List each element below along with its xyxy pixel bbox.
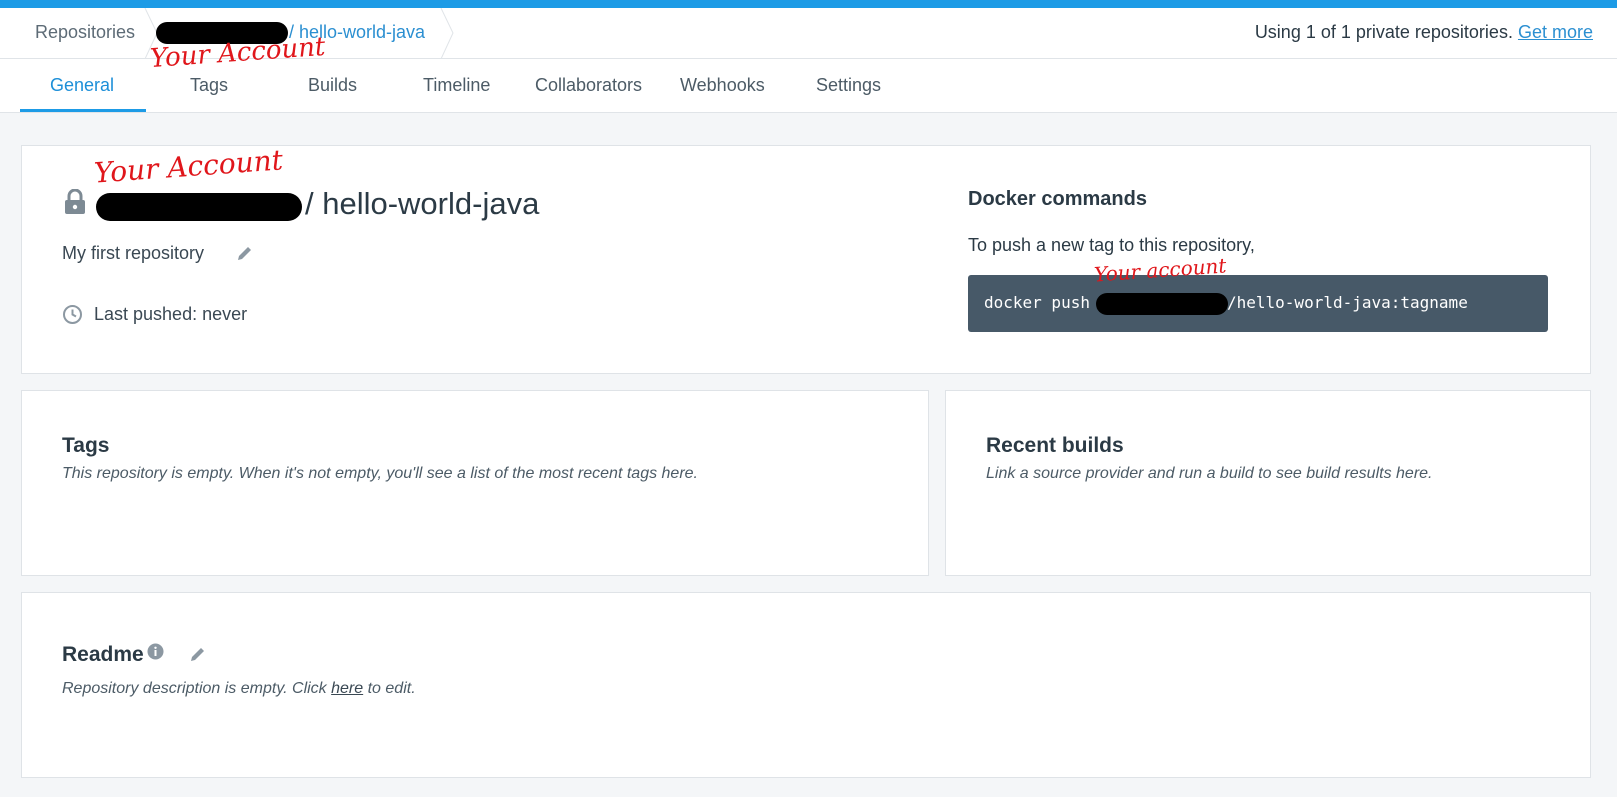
- tab-tags[interactable]: Tags: [190, 75, 228, 96]
- tab-builds[interactable]: Builds: [308, 75, 357, 96]
- command-suffix: /hello-world-java:tagname: [1227, 293, 1468, 312]
- edit-readme-pencil-icon[interactable]: [189, 645, 207, 663]
- repo-title: / hello-world-java: [305, 186, 540, 221]
- tags-section-title: Tags: [62, 434, 110, 457]
- breadcrumb-repositories-link[interactable]: Repositories: [35, 22, 135, 43]
- recent-builds-card: [945, 390, 1591, 576]
- readme-note-before: Repository description is empty. Click: [62, 680, 332, 697]
- recent-builds-note: Link a source provider and run a build t…: [986, 465, 1433, 482]
- readme-title: Readme: [62, 643, 144, 666]
- tab-general[interactable]: General: [50, 75, 114, 96]
- docker-commands-title: Docker commands: [968, 188, 1147, 210]
- recent-builds-title: Recent builds: [986, 434, 1124, 457]
- docker-push-command[interactable]: docker push /hello-world-java:tagname: [968, 275, 1548, 332]
- command-prefix: docker push: [984, 293, 1090, 312]
- docker-commands-subtitle: To push a new tag to this repository,: [968, 235, 1255, 255]
- redacted-account-name: [1096, 293, 1228, 315]
- breadcrumb-separator-icon: [440, 8, 454, 59]
- redacted-account-name: [96, 193, 302, 221]
- lock-icon: [65, 189, 85, 214]
- readme-edit-link[interactable]: here: [331, 680, 363, 697]
- tags-card: [21, 390, 929, 576]
- last-pushed: Last pushed: never: [94, 304, 248, 324]
- tab-settings[interactable]: Settings: [816, 75, 881, 96]
- private-repo-usage: Using 1 of 1 private repositories. Get m…: [1255, 22, 1593, 43]
- readme-empty-note: Repository description is empty. Click h…: [62, 680, 416, 698]
- info-icon[interactable]: [147, 643, 164, 660]
- tab-timeline[interactable]: Timeline: [423, 75, 490, 96]
- edit-description-pencil-icon[interactable]: [236, 244, 254, 262]
- active-tab-indicator: [20, 109, 146, 112]
- tab-webhooks[interactable]: Webhooks: [680, 75, 765, 96]
- top-accent-bar: [0, 0, 1617, 8]
- readme-note-after: to edit.: [363, 680, 416, 697]
- clock-icon: [63, 305, 82, 324]
- repo-info-card: [21, 145, 1591, 374]
- usage-text: Using 1 of 1 private repositories.: [1254, 22, 1513, 42]
- tab-collaborators[interactable]: Collaborators: [535, 75, 642, 96]
- tags-empty-note: This repository is empty. When it's not …: [62, 465, 698, 482]
- repo-description: My first repository: [62, 243, 205, 263]
- get-more-link[interactable]: Get more: [1518, 22, 1593, 42]
